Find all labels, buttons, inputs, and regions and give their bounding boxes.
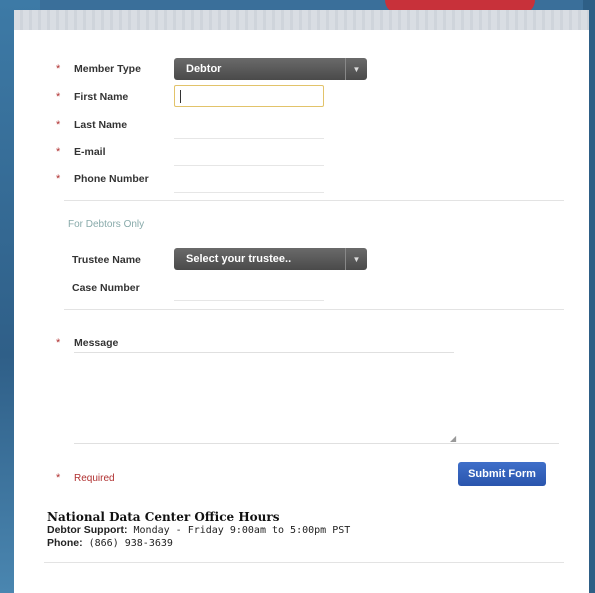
member-type-row: * Member Type <box>56 63 141 75</box>
office-hours-title-row: National Data Center Office Hours <box>47 510 279 524</box>
trustee-row: Trustee Name <box>72 254 141 266</box>
footer-divider <box>44 562 564 563</box>
chevron-down-icon: ▼ <box>345 248 367 270</box>
required-marker: * <box>56 337 61 349</box>
debtors-section-header: For Debtors Only <box>68 219 144 230</box>
message-row: * Message <box>56 337 118 349</box>
email-row: * E-mail <box>56 146 106 158</box>
message-textarea-bottom <box>74 443 559 444</box>
case-number-input[interactable] <box>174 300 324 301</box>
debtor-support-line: Debtor Support: Monday - Friday 9:00am t… <box>47 524 350 536</box>
trustee-label: Trustee Name <box>72 254 141 266</box>
required-marker: * <box>56 146 61 158</box>
phone-row: * Phone Number <box>56 173 149 185</box>
contact-form-panel: * Member Type Debtor ▼ * First Name * La… <box>14 30 589 593</box>
case-number-label: Case Number <box>72 282 140 294</box>
required-marker: * <box>56 119 61 131</box>
required-marker: * <box>56 91 61 103</box>
top-strip <box>14 10 589 30</box>
phone-info-label: Phone: <box>47 537 83 549</box>
first-name-input[interactable] <box>174 85 324 107</box>
first-name-label: First Name <box>74 91 129 103</box>
section-divider <box>64 309 564 310</box>
trustee-select[interactable]: Select your trustee.. ▼ <box>174 248 367 270</box>
email-label: E-mail <box>74 146 106 158</box>
first-name-row: * First Name <box>56 91 128 103</box>
case-number-row: Case Number <box>72 282 140 294</box>
required-marker: * <box>56 472 61 484</box>
trustee-placeholder: Select your trustee.. <box>186 253 292 265</box>
message-textarea[interactable] <box>74 352 559 442</box>
required-marker: * <box>56 63 61 75</box>
office-hours-title: National Data Center Office Hours <box>47 510 280 524</box>
submit-button[interactable]: Submit Form <box>458 462 546 486</box>
phone-input[interactable] <box>174 192 324 193</box>
debtors-section-title: For Debtors Only <box>68 219 145 230</box>
phone-line: Phone: (866) 938-3639 <box>47 537 173 549</box>
member-type-select[interactable]: Debtor ▼ <box>174 58 367 80</box>
debtor-support-label: Debtor Support: <box>47 524 128 536</box>
required-note: * Required <box>56 472 115 484</box>
phone-label: Phone Number <box>74 173 149 185</box>
message-label: Message <box>74 337 119 349</box>
phone-info-value: (866) 938-3639 <box>82 537 173 549</box>
email-input[interactable] <box>174 165 324 166</box>
last-name-row: * Last Name <box>56 119 127 131</box>
member-type-label: Member Type <box>74 63 141 75</box>
chevron-down-icon: ▼ <box>345 58 367 80</box>
last-name-label: Last Name <box>74 119 128 131</box>
resize-handle-icon[interactable]: ◢ <box>450 434 456 443</box>
required-marker: * <box>56 173 61 185</box>
debtor-support-value: Monday - Friday 9:00am to 5:00pm PST <box>127 524 351 536</box>
section-divider <box>64 200 564 201</box>
last-name-input[interactable] <box>174 138 324 139</box>
member-type-value: Debtor <box>186 63 222 75</box>
required-label: Required <box>74 472 115 484</box>
text-cursor <box>180 90 181 103</box>
